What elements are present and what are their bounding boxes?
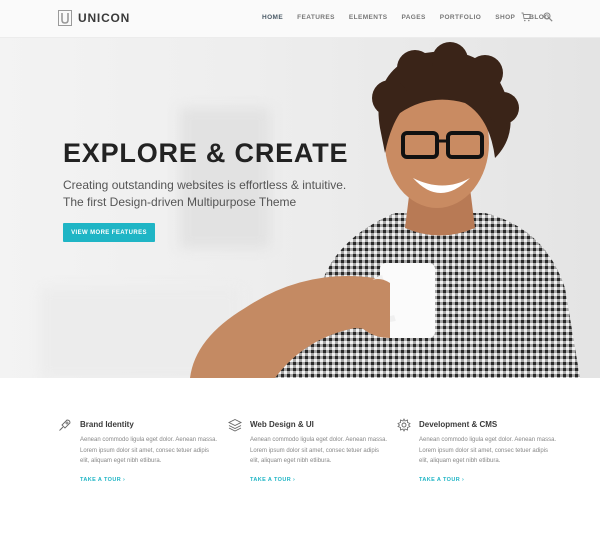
feature-description: Aenean commodo ligula eget dolor. Aenean…	[80, 437, 218, 464]
nav-item-features[interactable]: FEATURES	[297, 14, 335, 21]
site-header: UNICON HOME FEATURES ELEMENTS PAGES PORT…	[0, 0, 600, 38]
feature-title: Brand Identity	[80, 420, 134, 429]
feature-description: Aenean commodo ligula eget dolor. Aenean…	[250, 437, 388, 464]
layers-icon	[228, 418, 242, 432]
nav-item-home[interactable]: HOME	[262, 14, 283, 21]
search-icon[interactable]	[543, 12, 553, 22]
take-a-tour-link[interactable]: TAKE A TOUR ›	[419, 477, 464, 483]
hero-subtitle-line1: Creating outstanding websites is effortl…	[63, 178, 347, 192]
nav-item-shop[interactable]: SHOP	[495, 14, 515, 21]
cart-icon[interactable]	[521, 12, 531, 22]
feature-title: Development & CMS	[419, 420, 498, 429]
rocket-icon	[59, 419, 71, 431]
u-logo-icon	[58, 10, 72, 26]
view-more-features-button[interactable]: VIEW MORE FEATURES	[63, 223, 155, 242]
hero-section: EXPLORE & CREATE Creating outstanding we…	[0, 38, 600, 378]
brand-name: UNICON	[78, 11, 131, 25]
hero-subtitle-line2: The first Design-driven Multipurpose The…	[63, 195, 297, 209]
hero-title: EXPLORE & CREATE	[63, 138, 349, 168]
take-a-tour-link[interactable]: TAKE A TOUR ›	[250, 477, 295, 483]
nav-item-portfolio[interactable]: PORTFOLIO	[440, 14, 482, 21]
main-nav: HOME FEATURES ELEMENTS PAGES PORTFOLIO S…	[262, 14, 564, 21]
gear-icon	[397, 418, 411, 432]
nav-icons	[521, 12, 553, 22]
feature-description: Aenean commodo ligula eget dolor. Aenean…	[419, 437, 557, 464]
hero-subtitle: Creating outstanding websites is effortl…	[63, 177, 363, 211]
take-a-tour-link[interactable]: TAKE A TOUR ›	[80, 477, 125, 483]
feature-title: Web Design & UI	[250, 420, 314, 429]
nav-item-pages[interactable]: PAGES	[401, 14, 425, 21]
nav-item-elements[interactable]: ELEMENTS	[349, 14, 388, 21]
features-section: Brand Identity Aenean commodo ligula ege…	[0, 378, 600, 538]
brand-logo[interactable]: UNICON	[58, 10, 130, 26]
